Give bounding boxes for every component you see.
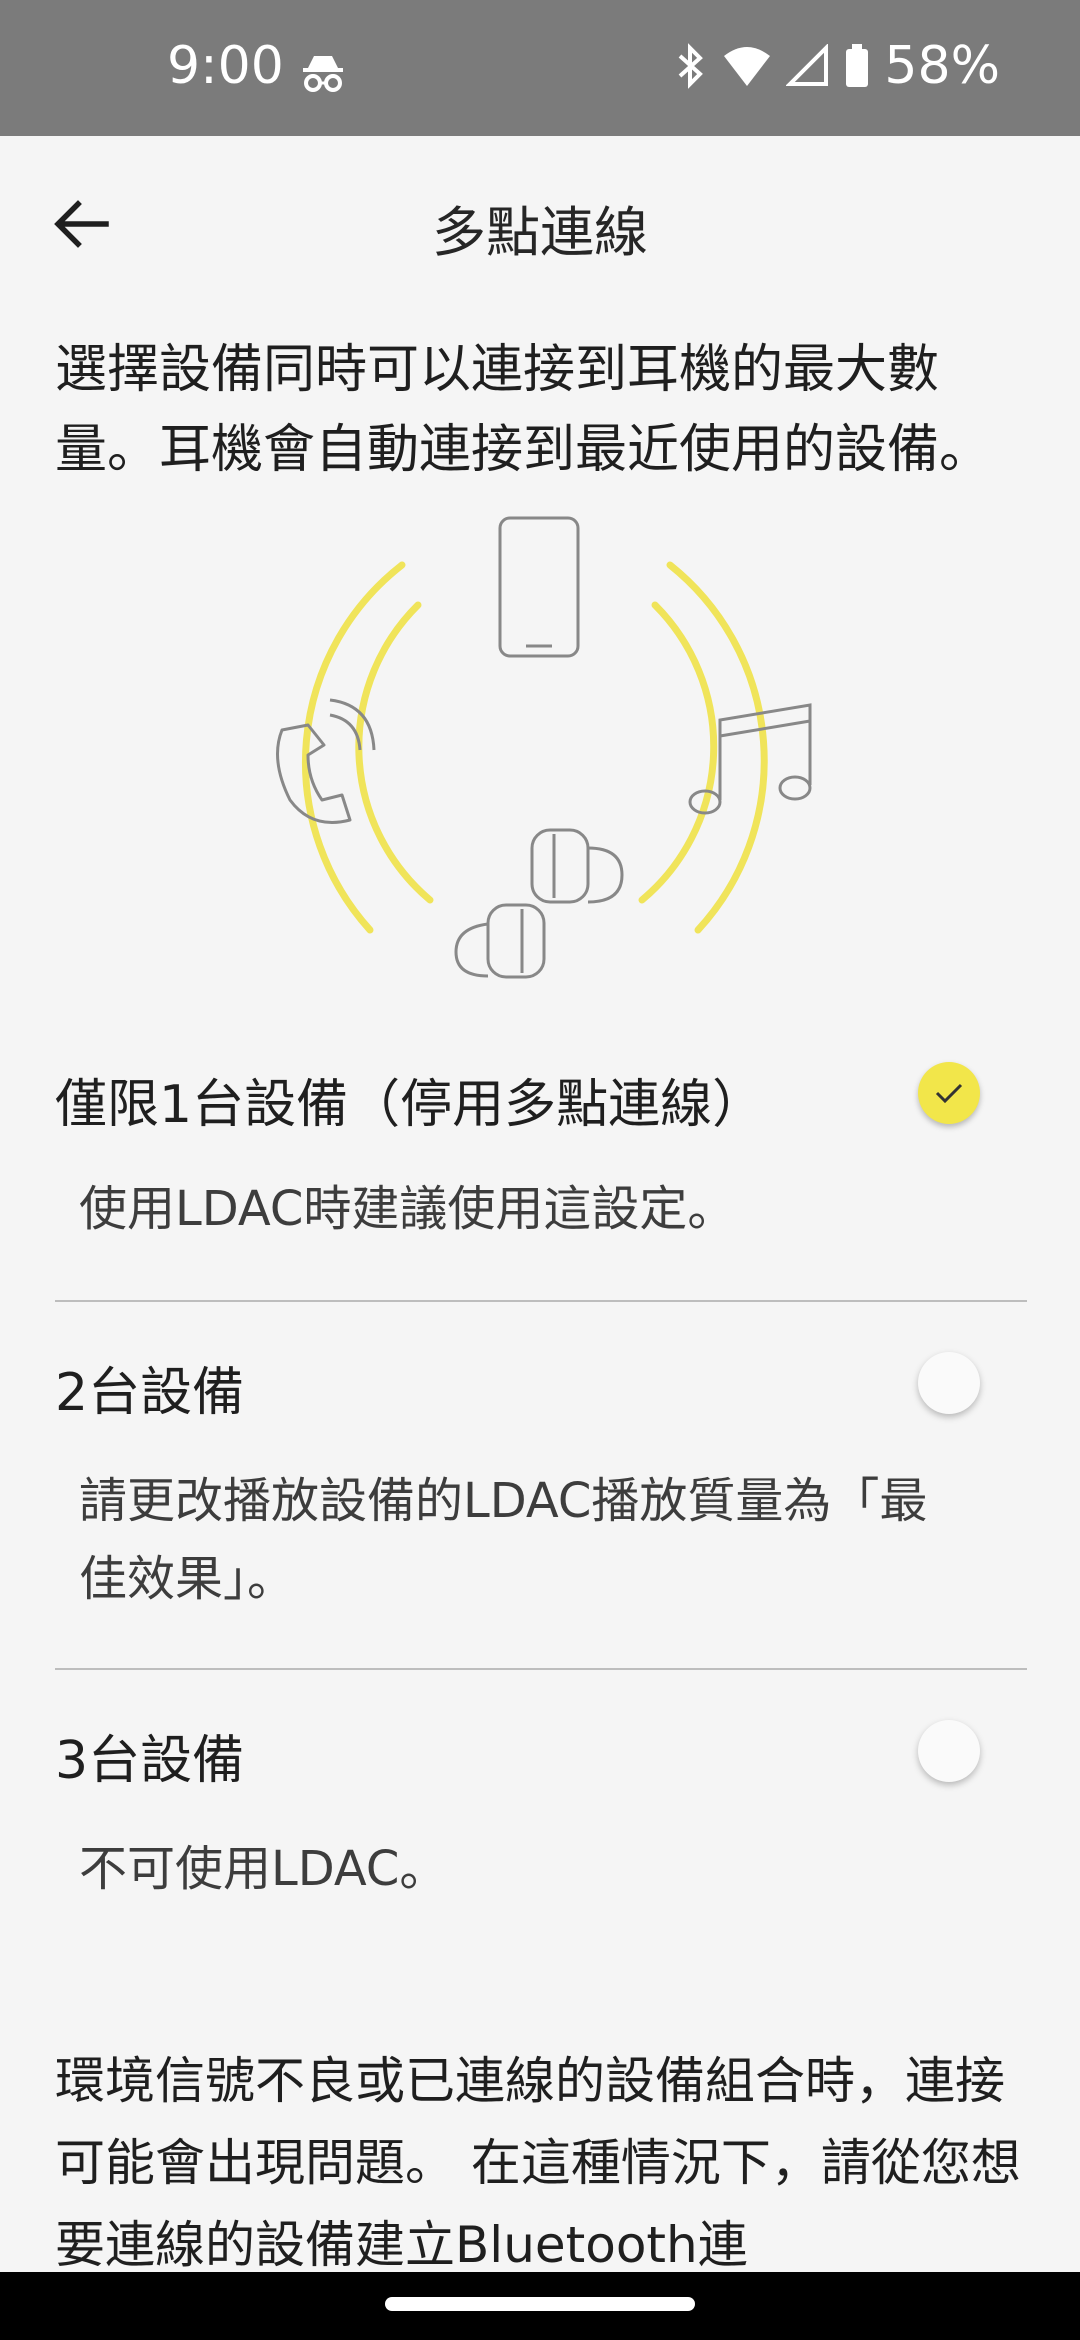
app-bar: 多點連線	[0, 136, 1080, 296]
status-time: 9:00	[167, 36, 284, 96]
multipoint-illustration	[276, 516, 812, 979]
check-icon	[935, 1083, 963, 1104]
description-text: 選擇設備同時可以連接到耳機的最大數量。耳機會自動連接到最近使用的設備。	[55, 340, 992, 480]
status-bar: 9:00 58%	[0, 0, 1080, 136]
option-2-devices[interactable]: 2台設備	[55, 1350, 1025, 1425]
option-label: 3台設備	[55, 1731, 245, 1791]
option-sublabel: 不可使用LDAC。	[79, 1841, 448, 1897]
divider	[55, 1668, 1027, 1670]
radio-2-devices[interactable]	[918, 1352, 980, 1414]
connection-note-text: 環境信號不良或已連線的設備組合時，連接可能會出現問題。 在這種情況下，請從您想要…	[55, 2052, 1021, 2274]
status-icons: 58%	[674, 36, 1000, 96]
navigation-bar	[0, 2272, 1080, 2340]
bluetooth-icon	[679, 43, 704, 89]
divider	[55, 1300, 1027, 1302]
radio-1-device[interactable]	[918, 1062, 980, 1124]
incognito-icon	[303, 56, 343, 92]
option-1-device[interactable]: 僅限1台設備（停用多點連線）	[55, 1062, 1025, 1137]
signal-icon	[786, 44, 829, 86]
radio-3-devices[interactable]	[918, 1720, 980, 1782]
smartphone-icon	[498, 516, 580, 658]
battery-icon	[846, 44, 869, 87]
option-sublabel: 使用LDAC時建議使用這設定。	[79, 1181, 736, 1237]
home-gesture-handle[interactable]	[385, 2297, 695, 2311]
earbuds-icon	[454, 828, 624, 979]
option-sublabel: 請更改播放設備的LDAC播放質量為「最佳效果」。	[79, 1473, 928, 1607]
option-label: 2台設備	[55, 1363, 245, 1423]
page-title: 多點連線	[432, 201, 648, 264]
wifi-icon	[724, 47, 771, 86]
option-label: 僅限1台設備（停用多點連線）	[55, 1075, 765, 1135]
option-3-devices[interactable]: 3台設備	[55, 1718, 1025, 1793]
battery-percent: 58%	[884, 36, 1000, 96]
